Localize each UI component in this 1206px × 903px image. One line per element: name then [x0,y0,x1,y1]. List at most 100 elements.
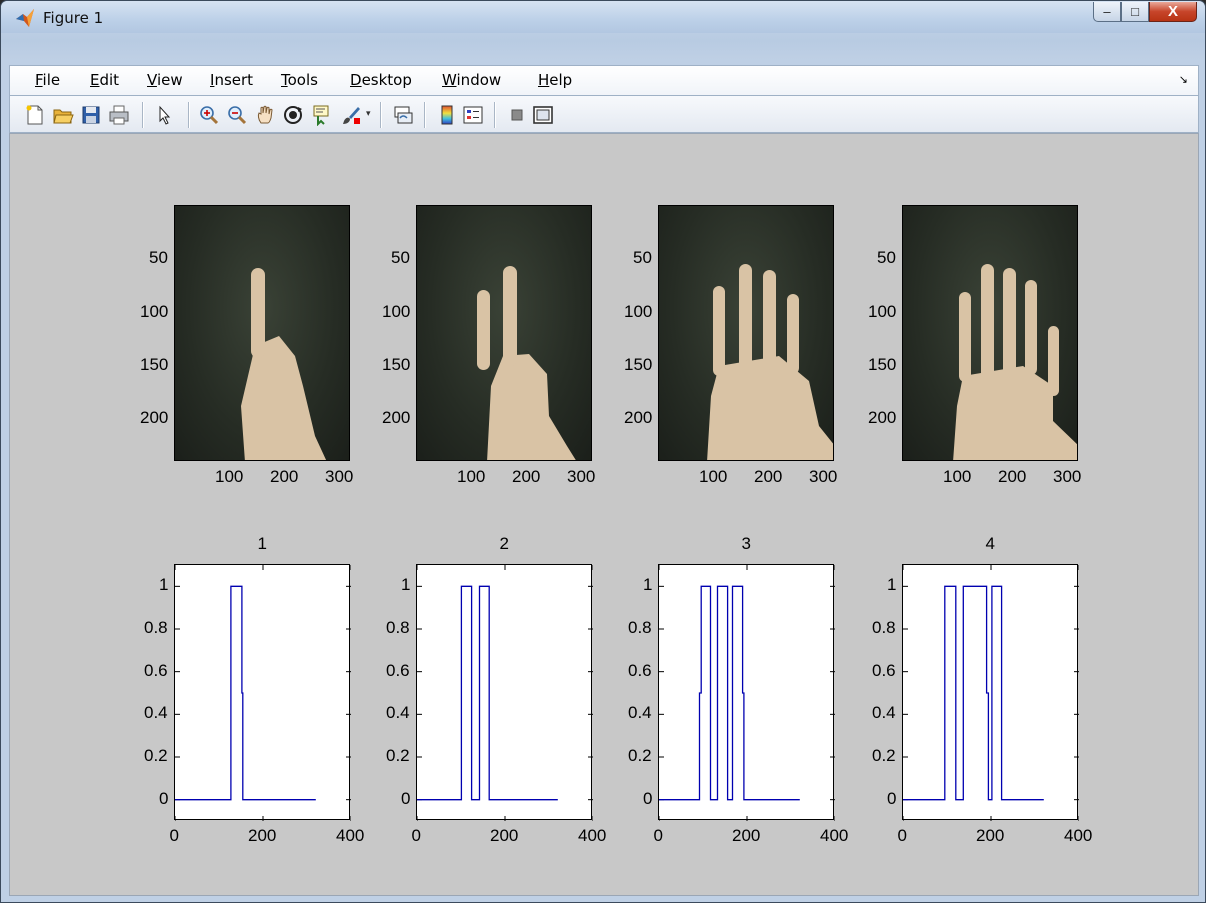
image-x-tick-label: 300 [325,467,354,486]
new-figure-icon[interactable] [24,104,46,126]
image-x-tick-label: 100 [457,467,486,486]
brush-icon[interactable] [340,104,362,126]
link-plot-icon[interactable] [392,104,414,126]
image-y-tick-label: 100 [140,301,169,321]
colorbar-icon[interactable] [436,104,458,126]
signal-plot-axes[interactable] [658,564,835,821]
image-y-tick-label: 150 [624,355,653,374]
hide-plot-tools-icon[interactable] [506,104,528,126]
hand-image-axes[interactable] [174,205,350,461]
plot-x-tick-label: 0 [653,826,663,845]
plot-y-tick-label: 0.6 [144,660,168,680]
image-y-tick-label: 200 [624,408,653,428]
image-y-tick-label: 50 [391,248,410,268]
data-cursor-icon[interactable] [310,104,332,126]
open-file-icon[interactable] [52,104,74,126]
signal-plot-axes[interactable] [902,564,1079,821]
window-title: Figure 1 [43,9,104,27]
maximize-icon: □ [1131,4,1139,19]
plot-y-tick-label: 0.4 [386,703,410,723]
plot-y-tick-label: 0.2 [628,746,652,765]
toolbar-separator [494,102,495,128]
menu-window[interactable]: Window [442,71,501,89]
minimize-button[interactable]: – [1093,2,1121,22]
plot-x-tick-label: 200 [976,826,1005,845]
image-x-tick-label: 300 [567,467,596,486]
zoom-out-icon[interactable] [226,104,248,126]
image-y-tick-label: 200 [382,408,411,428]
plot-x-tick-label: 0 [411,826,421,845]
plot-y-tick-label: 0.2 [144,746,168,765]
plot-y-tick-label: 0.4 [628,703,652,723]
caption-buttons: – □ X [1093,2,1197,24]
maximize-button[interactable]: □ [1121,2,1149,22]
image-y-tick-label: 50 [149,248,168,268]
plot-y-tick-label: 0.6 [872,660,896,680]
hand-image-axes[interactable] [658,205,834,461]
plot-y-tick-label: 0.2 [386,746,410,765]
hand-photo [477,266,576,460]
show-plot-tools-icon[interactable] [532,104,554,126]
minimize-icon: – [1103,4,1111,19]
plot-svg [417,565,593,821]
plot-svg [659,565,835,821]
menu-insert[interactable]: Insert [210,71,253,89]
signal-line [903,585,1044,801]
close-button[interactable]: X [1149,2,1197,22]
plot-y-tick-label: 1 [643,575,653,595]
hand-photo [953,264,1077,460]
select-arrow-icon[interactable] [154,104,176,126]
figure-window: Figure 1 – □ X File Edit View Insert Too… [0,0,1206,903]
plot-x-tick-label: 400 [1064,826,1093,845]
title-bar[interactable]: Figure 1 – □ X [1,1,1205,33]
toolbar-separator [380,102,381,128]
legend-icon[interactable] [462,104,484,126]
menu-desktop[interactable]: Desktop [350,71,412,89]
image-y-tick-label: 200 [868,408,897,428]
figure-canvas[interactable]: 50 100 150 200 100 200 300 50 100 150 200 100 200 300… [9,133,1199,896]
plot-x-tick-label: 0 [169,826,179,845]
image-y-tick-label: 50 [633,248,652,268]
plot-x-tick-label: 200 [732,826,761,845]
pan-icon[interactable] [254,104,276,126]
brush-dropdown-icon[interactable]: ▾ [366,108,371,119]
plot-y-tick-label: 0 [159,788,169,808]
zoom-in-icon[interactable] [198,104,220,126]
plot-x-tick-label: 400 [336,826,365,845]
plot-x-tick-label: 200 [248,826,277,845]
menu-view[interactable]: View [147,71,183,89]
plot-y-tick-label: 1 [159,575,169,595]
save-icon[interactable] [80,104,102,126]
signal-line [659,585,800,801]
menu-help[interactable]: Help [538,71,572,89]
plot-title: 4 [985,534,995,553]
plot-y-tick-label: 0.8 [872,618,896,637]
menu-tools[interactable]: Tools [281,71,318,89]
plot-y-tick-label: 0.6 [386,660,410,680]
dock-arrow-icon[interactable]: ↘ [1179,73,1188,86]
plot-title: 3 [741,534,751,553]
plot-x-tick-label: 200 [490,826,519,845]
plot-y-tick-label: 0 [887,788,897,808]
image-x-tick-label: 200 [270,467,299,486]
plot-x-tick-label: 400 [578,826,607,845]
plot-y-tick-label: 0.4 [872,703,896,723]
menu-edit[interactable]: Edit [90,71,119,89]
image-y-tick-label: 200 [140,408,169,428]
close-icon: X [1167,3,1178,20]
signal-plot-axes[interactable] [416,564,593,821]
toolbar-separator [142,102,143,128]
plot-svg [175,565,351,821]
plot-y-tick-label: 0.6 [628,660,652,680]
signal-plot-axes[interactable] [174,564,351,821]
image-y-tick-label: 100 [382,301,411,321]
matlab-logo-icon [16,9,34,27]
hand-image-axes[interactable] [902,205,1078,461]
menu-file[interactable]: File [35,71,60,89]
hand-image-axes[interactable] [416,205,592,461]
image-x-tick-label: 200 [754,467,783,486]
plot-y-tick-label: 0.8 [386,618,410,637]
plot-title: 2 [499,534,509,553]
rotate-3d-icon[interactable] [282,104,304,126]
print-icon[interactable] [108,104,130,126]
